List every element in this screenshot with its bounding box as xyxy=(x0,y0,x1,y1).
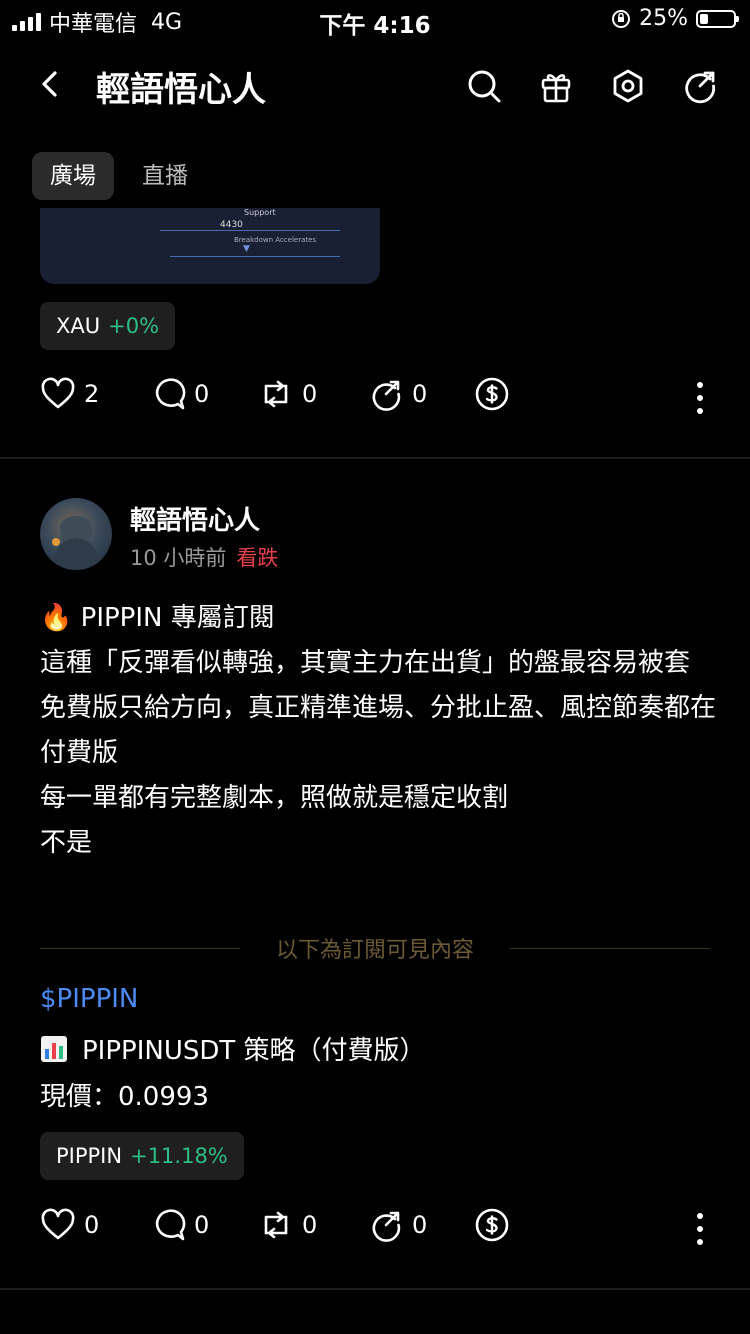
heart-icon xyxy=(41,377,75,409)
tab-live[interactable]: 直播 xyxy=(124,152,206,200)
avatar[interactable] xyxy=(40,498,112,570)
post-line: 免費版只給方向，真正精準進場、分批止盈、風控節奏都在付費版 xyxy=(40,693,717,768)
like-count: 0 xyxy=(84,1211,100,1239)
tag-symbol: PIPPIN xyxy=(56,1144,123,1168)
current-price: 現價：0.0993 xyxy=(40,1082,209,1112)
comment-icon xyxy=(155,1209,186,1241)
repost-icon xyxy=(264,380,288,408)
strategy-heading: PIPPINUSDT 策略（付費版） xyxy=(40,1030,426,1067)
quote-share-icon xyxy=(372,380,401,411)
comment-button[interactable]: 0 xyxy=(150,1207,209,1243)
tag-change: +0% xyxy=(108,314,160,338)
ticker-link[interactable]: $PIPPIN xyxy=(40,984,138,1014)
dollar-icon xyxy=(475,377,509,411)
gift-icon[interactable] xyxy=(536,66,576,106)
like-button[interactable]: 2 xyxy=(40,376,99,412)
post-chart-image[interactable]: Support 4430 Breakdown Accelerates ▼ xyxy=(40,208,380,284)
repost-icon xyxy=(264,1211,288,1239)
comment-button[interactable]: 0 xyxy=(150,376,209,412)
sentiment-badge: 看跌 xyxy=(236,546,279,570)
more-vertical-icon[interactable] xyxy=(690,1209,710,1249)
repost-count: 0 xyxy=(302,1211,318,1239)
back-chevron-icon[interactable] xyxy=(30,64,70,104)
like-count: 2 xyxy=(84,380,100,408)
symbol-tag-pippin[interactable]: PIPPIN +11.18% xyxy=(40,1132,244,1180)
top-nav: 輕語悟心人 xyxy=(0,50,750,120)
tip-button[interactable] xyxy=(474,376,510,412)
post-divider xyxy=(0,1288,750,1290)
status-bar: 中華電信 4G 下午 4:16 25% xyxy=(0,0,750,44)
tab-bar: 廣場 直播 xyxy=(32,152,206,200)
heart-icon xyxy=(41,1208,75,1240)
post-meta: 10 小時前 看跌 xyxy=(130,542,278,572)
repost-button[interactable]: 0 xyxy=(258,376,317,412)
avatar-portrait xyxy=(52,516,100,570)
tag-change: +11.18% xyxy=(130,1144,228,1168)
post-line: 不是 xyxy=(40,828,93,858)
post-actions: 2 0 0 0 xyxy=(40,376,720,420)
battery-icon xyxy=(696,9,739,28)
post-line: 每一單都有完整劇本，照做就是穩定收割 xyxy=(40,783,509,813)
header-actions xyxy=(464,66,720,106)
post-line: 🔥 PIPPIN 專屬訂閱 xyxy=(40,603,275,633)
symbol-tag-xau[interactable]: XAU +0% xyxy=(40,302,176,350)
battery-percent: 25% xyxy=(639,6,688,31)
like-button[interactable]: 0 xyxy=(40,1207,99,1243)
post-actions: 0 0 0 0 xyxy=(40,1207,720,1251)
quote-share-icon xyxy=(372,1211,401,1242)
tip-button[interactable] xyxy=(474,1207,510,1243)
post-time: 10 小時前 xyxy=(130,546,227,570)
page-title: 輕語悟心人 xyxy=(96,70,266,110)
comment-icon xyxy=(155,378,186,410)
down-arrow-icon: ▼ xyxy=(243,244,250,254)
comment-count: 0 xyxy=(194,1211,210,1239)
chart-support-label: Support xyxy=(244,208,276,217)
post-line: 這種「反彈看似轉強，其實主力在出貨」的盤最容易被套 xyxy=(40,648,691,678)
quote-count: 0 xyxy=(412,380,428,408)
search-icon[interactable] xyxy=(464,66,504,106)
quote-count: 0 xyxy=(412,1211,428,1239)
post-body: 🔥 PIPPIN 專屬訂閱 這種「反彈看似轉強，其實主力在出貨」的盤最容易被套 … xyxy=(40,596,720,866)
rotation-lock-icon xyxy=(612,9,631,28)
post-divider xyxy=(0,457,750,459)
paywall-divider: 以下為訂閱可見內容 xyxy=(40,932,710,964)
author-name[interactable]: 輕語悟心人 xyxy=(130,500,260,537)
settings-hex-icon[interactable] xyxy=(608,66,648,106)
quote-button[interactable]: 0 xyxy=(368,376,427,412)
comment-count: 0 xyxy=(194,380,210,408)
more-vertical-icon[interactable] xyxy=(690,378,710,418)
dollar-icon xyxy=(475,1208,509,1242)
tag-symbol: XAU xyxy=(56,314,101,338)
repost-count: 0 xyxy=(302,380,318,408)
quote-button[interactable]: 0 xyxy=(368,1207,427,1243)
status-right: 25% xyxy=(611,6,739,31)
repost-button[interactable]: 0 xyxy=(258,1207,317,1243)
chart-support-value: 4430 xyxy=(220,220,243,230)
bar-chart-icon xyxy=(41,1035,67,1062)
tab-plaza[interactable]: 廣場 xyxy=(32,152,114,200)
strategy-title: PIPPINUSDT 策略（付費版） xyxy=(82,1036,426,1066)
share-icon[interactable] xyxy=(680,66,720,106)
chart-breakdown-label: Breakdown Accelerates xyxy=(234,236,317,244)
